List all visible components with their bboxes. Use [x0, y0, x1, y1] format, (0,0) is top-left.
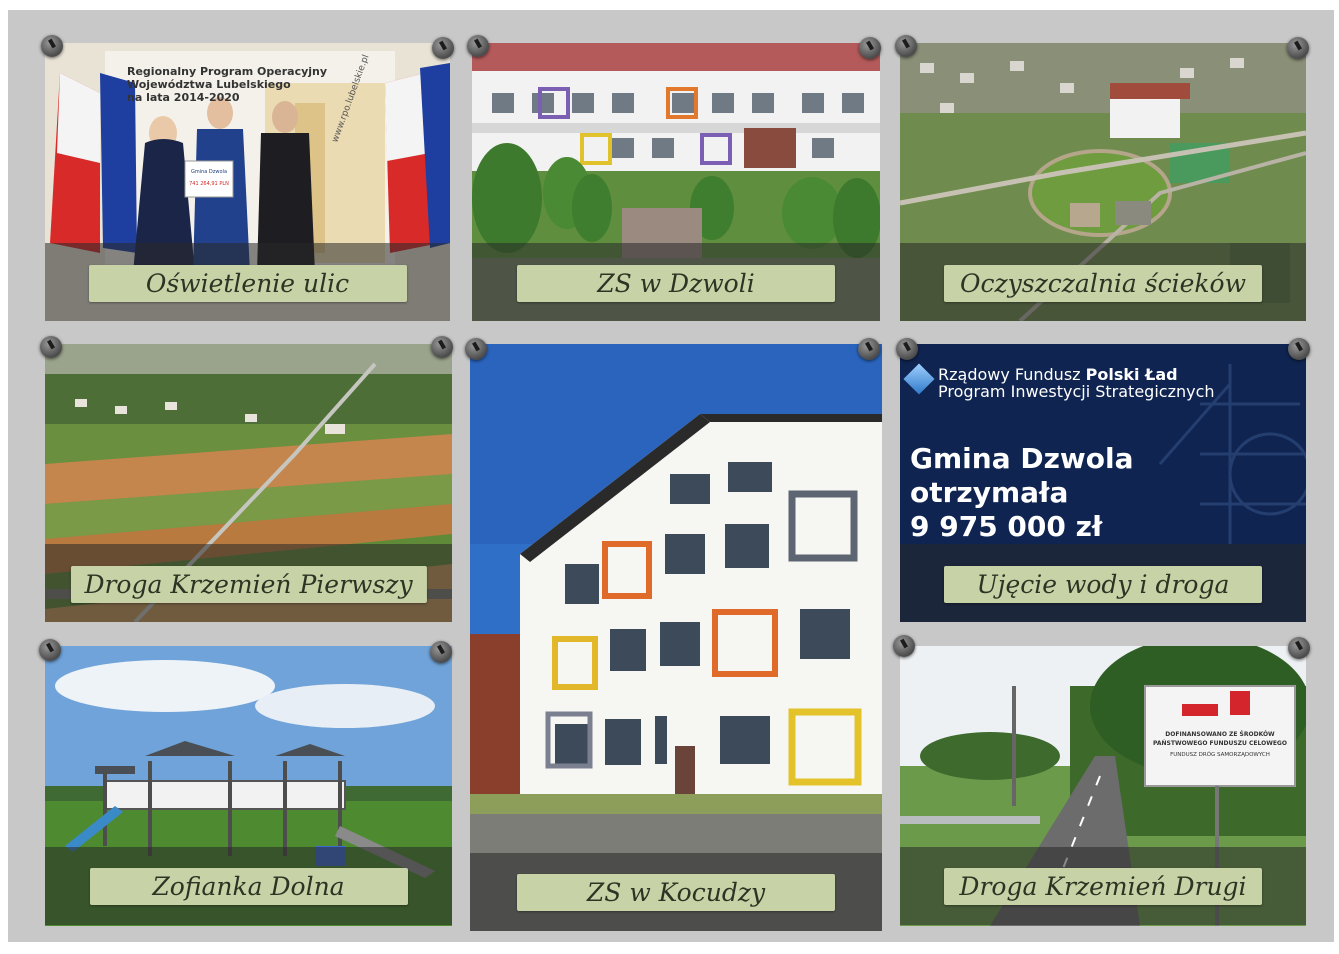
tile-sewage-plant: Oczyszczalnia ścieków: [900, 43, 1306, 321]
svg-text:FUNDUSZ DRÓG SAMORZĄDOWYCH: FUNDUSZ DRÓG SAMORZĄDOWYCH: [1170, 751, 1270, 758]
pin-icon: [859, 37, 881, 59]
caption-road-krzemien-1: Droga Krzemień Pierwszy: [70, 566, 427, 603]
pin-icon: [41, 35, 63, 57]
caption-zofianka-dolna: Zofianka Dolna: [89, 868, 408, 905]
caption-school-dzwola: ZS w Dzwoli: [517, 265, 835, 302]
pin-icon: [1288, 338, 1310, 360]
photo-school-kocudza: [470, 344, 882, 931]
headline-line-1: Gmina Dzwola: [910, 442, 1134, 475]
tile-water-intake: Rządowy Fundusz Polski Ład Program Inwes…: [900, 344, 1306, 622]
pin-icon: [893, 635, 915, 657]
caption-sewage-plant: Oczyszczalnia ścieków: [944, 265, 1262, 302]
pin-icon: [40, 336, 62, 358]
pin-icon: [432, 37, 454, 59]
tile-school-kocudza: ZS w Kocudzy: [470, 344, 882, 931]
svg-text:DOFINANSOWANO ZE ŚRODKÓW: DOFINANSOWANO ZE ŚRODKÓW: [1165, 731, 1275, 738]
caption-water-intake: Ujęcie wody i droga: [944, 566, 1262, 603]
caption-road-krzemien-2: Droga Krzemień Drugi: [944, 868, 1262, 905]
pin-icon: [1287, 37, 1309, 59]
pin-icon: [858, 338, 880, 360]
svg-text:Regionalny Program Operacyjny: Regionalny Program Operacyjny: [127, 65, 327, 78]
svg-text:Gmina Dzwola: Gmina Dzwola: [191, 169, 227, 175]
fund-header: Rządowy Fundusz Polski Ład Program Inwes…: [938, 366, 1215, 400]
caption-school-kocudza: ZS w Kocudzy: [517, 874, 835, 911]
pin-icon: [430, 641, 452, 663]
svg-text:na lata 2014-2020: na lata 2014-2020: [127, 91, 240, 104]
headline-line-2: otrzymała: [910, 476, 1069, 509]
caption-street-lighting: Oświetlenie ulic: [88, 265, 407, 302]
headline-line-3: 9 975 000 zł: [910, 510, 1103, 543]
tile-street-lighting: Gmina Dzwola 741 264,91 PLN Regionalny P…: [45, 43, 450, 321]
photo-collage-board: Gmina Dzwola 741 264,91 PLN Regionalny P…: [8, 10, 1334, 942]
pin-icon: [896, 338, 918, 360]
tile-school-dzwola: ZS w Dzwoli: [472, 43, 880, 321]
pin-icon: [467, 35, 489, 57]
pin-icon: [39, 639, 61, 661]
program-name: Program Inwestycji Strategicznych: [938, 382, 1215, 401]
svg-text:Województwa Lubelskiego: Województwa Lubelskiego: [127, 78, 291, 91]
pin-icon: [431, 336, 453, 358]
pin-icon: [1288, 637, 1310, 659]
tile-road-krzemien-1: Droga Krzemień Pierwszy: [45, 344, 452, 622]
pin-icon: [465, 338, 487, 360]
tile-zofianka-dolna: Zofianka Dolna: [45, 646, 452, 926]
pin-icon: [895, 35, 917, 57]
grant-headline: Gmina Dzwola otrzymała 9 975 000 zł: [910, 442, 1133, 544]
svg-text:PAŃSTWOWEGO FUNDUSZU CELOWEGO: PAŃSTWOWEGO FUNDUSZU CELOWEGO: [1153, 739, 1287, 747]
svg-text:741 264,91 PLN: 741 264,91 PLN: [189, 181, 229, 187]
tile-road-krzemien-2: DOFINANSOWANO ZE ŚRODKÓW PAŃSTWOWEGO FUN…: [900, 646, 1306, 926]
